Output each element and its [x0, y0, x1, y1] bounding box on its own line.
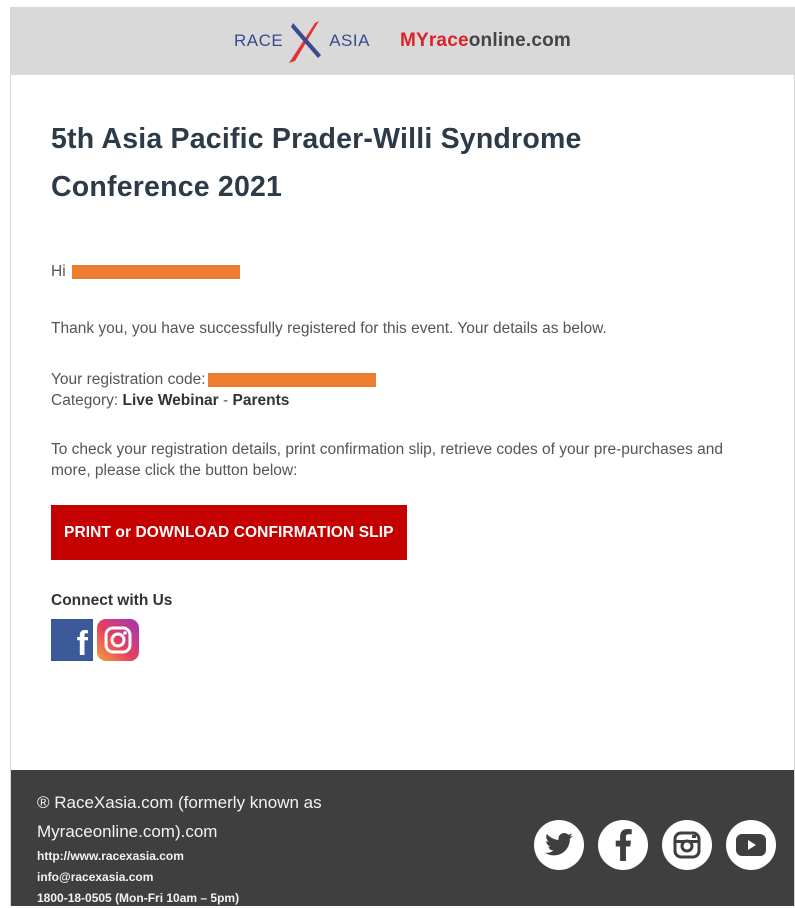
category-group: Parents	[232, 392, 290, 409]
myraceonline-logo[interactable]: MYraceonline.com	[400, 30, 571, 52]
thank-you-text: Thank you, you have successfully registe…	[51, 320, 607, 337]
category-separator: -	[218, 392, 233, 409]
footer-text: ® RaceXasia.com (formerly known as Myrac…	[37, 788, 377, 906]
registration-code-line: Your registration code:	[51, 369, 754, 390]
greeting-text: Hi	[51, 263, 66, 280]
connect-social-links: f	[51, 619, 754, 661]
redacted-name	[71, 264, 240, 279]
email-footer: ® RaceXasia.com (formerly known as Myrac…	[11, 770, 794, 906]
twitter-icon[interactable]	[534, 820, 584, 870]
redacted-registration-code	[207, 372, 376, 387]
category-line: Category: Live Webinar - Parents	[51, 390, 754, 411]
logo-race-text: RACE	[233, 31, 284, 50]
logo-asia-text: ASIA	[329, 31, 370, 50]
logo-x-mark	[285, 15, 327, 67]
youtube-icon[interactable]	[726, 820, 776, 870]
registration-code-label: Your registration code:	[51, 371, 206, 388]
racexasia-logo[interactable]: RACE ASIA	[234, 15, 370, 67]
footer-email[interactable]: info@racexasia.com	[37, 867, 377, 888]
footer-phone: 1800-18-0505 (Mon-Fri 10am – 5pm)	[37, 891, 240, 905]
email-frame: RACE ASIA MYraceonline.com 5th Asia Paci…	[10, 7, 795, 906]
logo-online-text: online.com	[468, 30, 572, 51]
connect-heading: Connect with Us	[51, 592, 173, 609]
instagram-icon[interactable]	[97, 619, 139, 661]
facebook-icon[interactable]: f	[51, 619, 93, 661]
category-label: Category:	[51, 392, 123, 409]
event-title: 5th Asia Pacific Prader-Willi Syndrome C…	[51, 123, 582, 203]
print-confirmation-button[interactable]: PRINT or DOWNLOAD CONFIRMATION SLIP	[51, 505, 407, 560]
greeting-line: Hi	[51, 261, 754, 282]
instagram-icon[interactable]	[662, 820, 712, 870]
facebook-icon[interactable]	[598, 820, 648, 870]
email-body: 5th Asia Pacific Prader-Willi Syndrome C…	[11, 115, 794, 661]
instructions-text: To check your registration details, prin…	[51, 441, 723, 479]
footer-website[interactable]: http://www.racexasia.com	[37, 846, 377, 867]
logo-myrace-text: MYrace	[399, 30, 469, 51]
footer-social-links	[534, 820, 776, 870]
category-value: Live Webinar	[122, 392, 219, 409]
email-header: RACE ASIA MYraceonline.com	[11, 7, 794, 75]
footer-company: ® RaceXasia.com (formerly known as Myrac…	[37, 793, 322, 841]
